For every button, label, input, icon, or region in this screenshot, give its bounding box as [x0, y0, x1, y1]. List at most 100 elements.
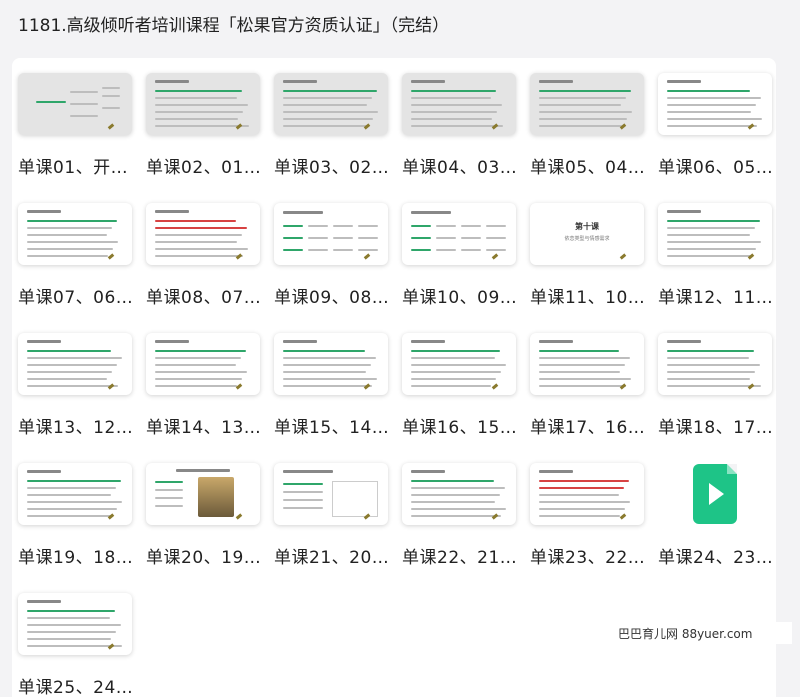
file-item[interactable]: 单课03、02… — [274, 73, 388, 178]
thumbnail-line — [667, 111, 751, 113]
thumbnail-line — [155, 104, 248, 106]
file-item[interactable]: 单课17、16… — [530, 333, 644, 438]
thumbnail-line — [283, 483, 323, 485]
thumbnail-line — [411, 385, 491, 387]
thumbnail-line — [283, 225, 303, 227]
file-thumbnail — [530, 463, 644, 525]
thumbnail-line — [27, 241, 118, 243]
thumbnail-line — [411, 371, 501, 373]
thumbnail-line — [411, 225, 431, 227]
thumbnail-line — [411, 104, 502, 106]
thumbnail-line — [102, 87, 120, 89]
pencil-icon — [491, 383, 499, 390]
thumbnail-line — [155, 385, 237, 387]
thumbnail-line — [667, 210, 701, 213]
file-item[interactable]: 单课04、03… — [402, 73, 516, 178]
thumbnail-line — [667, 255, 751, 257]
file-item[interactable]: 单课12、11… — [658, 203, 772, 308]
thumbnail-line — [283, 237, 303, 239]
thumbnail-line — [333, 249, 353, 251]
file-item[interactable]: 单课21、20… — [274, 463, 388, 568]
thumbnail-line — [411, 97, 491, 99]
file-item[interactable]: 单课02、01… — [146, 73, 260, 178]
file-item[interactable]: 单课20、19… — [146, 463, 260, 568]
thumbnail-line — [27, 638, 111, 640]
thumbnail-line — [155, 371, 247, 373]
thumbnail-line — [155, 364, 236, 366]
thumbnail-line — [27, 501, 122, 503]
thumbnail-line — [411, 211, 451, 214]
file-item[interactable]: 单课05、04… — [530, 73, 644, 178]
file-item[interactable]: 单课22、21… — [402, 463, 516, 568]
thumbnail-line — [27, 617, 110, 619]
thumbnail-line — [155, 220, 236, 222]
thumbnail-line — [27, 248, 113, 250]
thumbnail-line — [283, 249, 303, 251]
file-thumbnail — [402, 203, 516, 265]
thumbnail-line — [27, 624, 121, 626]
file-thumbnail — [274, 463, 388, 525]
file-name: 单课25、24… — [18, 678, 132, 697]
thumbnail-line — [436, 249, 456, 251]
thumbnail-line — [308, 237, 328, 239]
file-item[interactable]: 单课14、13… — [146, 333, 260, 438]
thumbnail-line — [283, 104, 367, 106]
thumbnail-line — [176, 469, 230, 472]
file-item[interactable]: 单课25、24… — [18, 593, 132, 697]
thumbnail-line — [667, 350, 754, 352]
thumbnail-line — [27, 210, 61, 213]
pencil-icon — [107, 253, 115, 260]
file-thumbnail — [658, 203, 772, 265]
file-item[interactable]: 单课19、18… — [18, 463, 132, 568]
thumbnail-line — [27, 371, 112, 373]
file-thumbnail — [402, 333, 516, 395]
file-name: 单课14、13… — [146, 418, 260, 438]
file-item[interactable]: 单课15、14… — [274, 333, 388, 438]
file-item[interactable]: 单课06、05… — [658, 73, 772, 178]
thumbnail-line — [27, 340, 61, 343]
file-name: 单课09、08… — [274, 288, 388, 308]
thumbnail-line — [411, 487, 505, 489]
file-item[interactable]: 单课01、开… — [18, 73, 132, 178]
file-item[interactable]: 单课24、23… — [658, 463, 772, 568]
thumbnail-line — [155, 255, 243, 257]
thumbnail-line — [27, 480, 121, 482]
thumbnail-line — [411, 501, 495, 503]
page-title: 1181.高级倾听者培训课程「松果官方资质认证」（完结） — [18, 16, 450, 36]
thumbnail-line — [27, 350, 111, 352]
file-item[interactable]: 单课13、12… — [18, 333, 132, 438]
thumbnail-line — [461, 225, 481, 227]
file-name: 单课07、06… — [18, 288, 132, 308]
thumbnail-line — [155, 248, 248, 250]
thumbnail-line — [27, 357, 122, 359]
file-thumbnail — [146, 203, 260, 265]
file-item[interactable]: 单课10、09… — [402, 203, 516, 308]
thumbnail-line — [155, 227, 247, 229]
file-name: 单课11、10… — [530, 288, 644, 308]
thumbnail-line — [411, 118, 492, 120]
pencil-icon — [491, 253, 499, 260]
file-item[interactable]: 单课23、22… — [530, 463, 644, 568]
file-item[interactable]: 单课16、15… — [402, 333, 516, 438]
thumbnail-line — [358, 225, 378, 227]
file-name: 单课04、03… — [402, 158, 516, 178]
file-item[interactable]: 单课18、17… — [658, 333, 772, 438]
file-item[interactable]: 单课09、08… — [274, 203, 388, 308]
thumbnail-line — [667, 241, 761, 243]
file-item[interactable]: 第十课 依恋类型与情感需求 单课11、10… — [530, 203, 644, 308]
pencil-icon — [619, 253, 627, 260]
thumbnail-line — [539, 371, 620, 373]
file-item[interactable]: 单课08、07… — [146, 203, 260, 308]
file-item[interactable]: 单课07、06… — [18, 203, 132, 308]
thumbnail-line — [36, 101, 66, 103]
thumbnail-line — [283, 385, 372, 387]
file-thumbnail — [658, 333, 772, 395]
file-name: 单课02、01… — [146, 158, 260, 178]
file-thumbnail — [274, 203, 388, 265]
video-file-icon — [693, 464, 737, 524]
thumbnail-line — [411, 494, 500, 496]
thumbnail-line — [436, 225, 456, 227]
file-name: 单课20、19… — [146, 548, 260, 568]
thumbnail-line — [27, 378, 107, 380]
thumbnail-line — [667, 371, 755, 373]
